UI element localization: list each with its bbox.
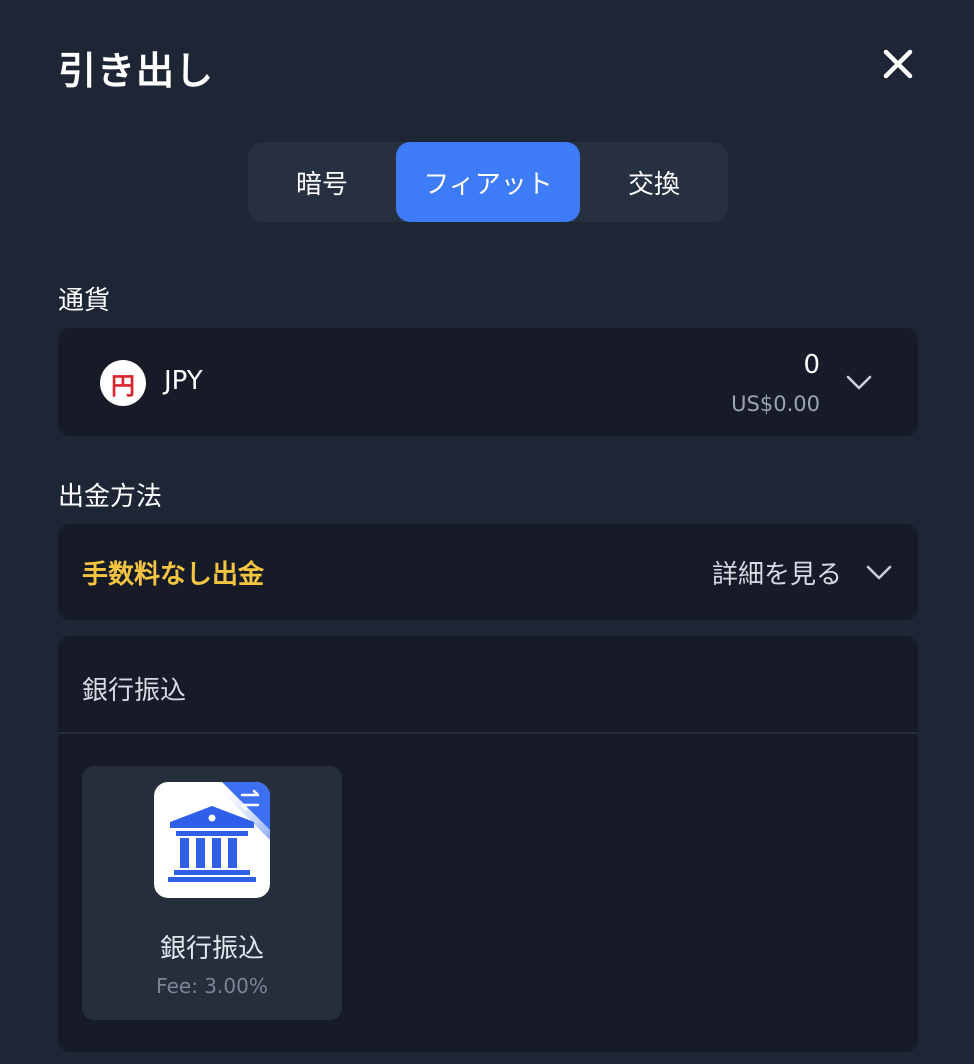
currency-select[interactable]: 円 JPY 0 US$0.00 xyxy=(58,328,918,436)
tab-exchange[interactable]: 交換 xyxy=(580,142,728,222)
chevron-down-icon xyxy=(846,375,872,390)
withdraw-type-tabs: 暗号 フィアット 交換 xyxy=(248,142,728,222)
yen-icon: 円 xyxy=(100,360,146,406)
currency-label: 通貨 xyxy=(58,286,111,316)
withdraw-page: 引き出し 暗号 フィアット 交換 通貨 円 JPY 0 US$0.00 出金方法… xyxy=(0,0,974,1064)
withdraw-method-label: 出金方法 xyxy=(58,482,163,512)
close-button[interactable] xyxy=(878,44,918,84)
currency-code: JPY xyxy=(164,366,203,396)
fee-free-withdraw-row[interactable]: 手数料なし出金 詳細を見る xyxy=(58,524,918,620)
bank-transfer-icon xyxy=(154,782,270,898)
close-icon xyxy=(883,49,913,79)
fee-free-text: 手数料なし出金 xyxy=(82,560,265,590)
page-title: 引き出し xyxy=(58,49,215,93)
bank-transfer-panel: 銀行振込 銀行振込 Fee: 3.00% xyxy=(58,636,918,1052)
bank-transfer-section-title: 銀行振込 xyxy=(82,676,187,706)
bank-transfer-option-name: 銀行振込 xyxy=(159,934,264,964)
currency-balance: 0 xyxy=(803,350,820,380)
tab-fiat[interactable]: フィアット xyxy=(396,142,580,222)
yen-glyph: 円 xyxy=(111,371,135,400)
tab-crypto[interactable]: 暗号 xyxy=(248,142,396,222)
divider xyxy=(58,732,918,734)
bank-transfer-option[interactable]: 銀行振込 Fee: 3.00% xyxy=(82,766,342,1020)
chevron-down-icon xyxy=(866,565,892,580)
bank-transfer-option-fee: Fee: 3.00% xyxy=(156,974,268,998)
currency-balance-usd: US$0.00 xyxy=(731,392,820,416)
see-details-link[interactable]: 詳細を見る xyxy=(712,554,842,591)
